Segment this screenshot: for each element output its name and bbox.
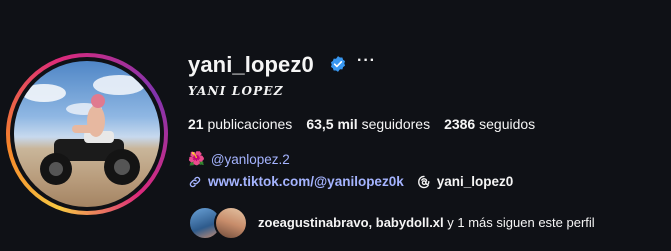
followed-by-suffix: y 1 más siguen este perfil	[443, 214, 595, 230]
following-stat[interactable]: 2386 seguidos	[444, 116, 535, 132]
followed-by-row[interactable]: zoeagustinabravo, babydoll.xl y 1 más si…	[188, 206, 595, 240]
followers-count: 63,5 mil	[306, 116, 358, 132]
mutual-avatar	[214, 206, 248, 240]
hibiscus-emoji: 🌺	[188, 151, 205, 166]
posts-stat[interactable]: 21 publicaciones	[188, 116, 292, 132]
more-options-icon[interactable]: ···	[357, 52, 376, 70]
followed-by-text: zoeagustinabravo, babydoll.xl y 1 más si…	[258, 215, 595, 230]
profile-stats: 21 publicaciones 63,5 mil seguidores 238…	[188, 116, 549, 132]
following-label: seguidos	[479, 116, 536, 132]
bio-threads-line: 🌺 @yanlopez.2	[188, 151, 290, 167]
posts-label: publicaciones	[207, 116, 293, 132]
threads-profile-link[interactable]: yani_lopez0	[417, 174, 514, 189]
followers-label: seguidores	[361, 116, 431, 132]
threads-icon	[417, 175, 430, 188]
avatar-photo	[14, 61, 160, 207]
followers-stat[interactable]: 63,5 mil seguidores	[306, 116, 430, 132]
posts-count: 21	[188, 116, 204, 132]
profile-full-name: YANI LOPEZ	[188, 84, 284, 98]
link-icon	[189, 176, 201, 187]
following-count: 2386	[444, 116, 476, 132]
tiktok-link[interactable]: www.tiktok.com/@yanilopez0k	[208, 174, 404, 189]
profile-avatar[interactable]	[6, 53, 168, 215]
threads-username: yani_lopez0	[436, 174, 514, 189]
bio-links-line: www.tiktok.com/@yanilopez0k yani_lopez0	[188, 174, 513, 189]
followed-by-names: zoeagustinabravo, babydoll.xl	[258, 214, 444, 230]
profile-username: yani_lopez0	[188, 52, 314, 77]
verified-badge-icon	[330, 56, 346, 72]
threads-mention-link[interactable]: @yanlopez.2	[211, 152, 290, 167]
mutual-avatars	[188, 206, 250, 240]
